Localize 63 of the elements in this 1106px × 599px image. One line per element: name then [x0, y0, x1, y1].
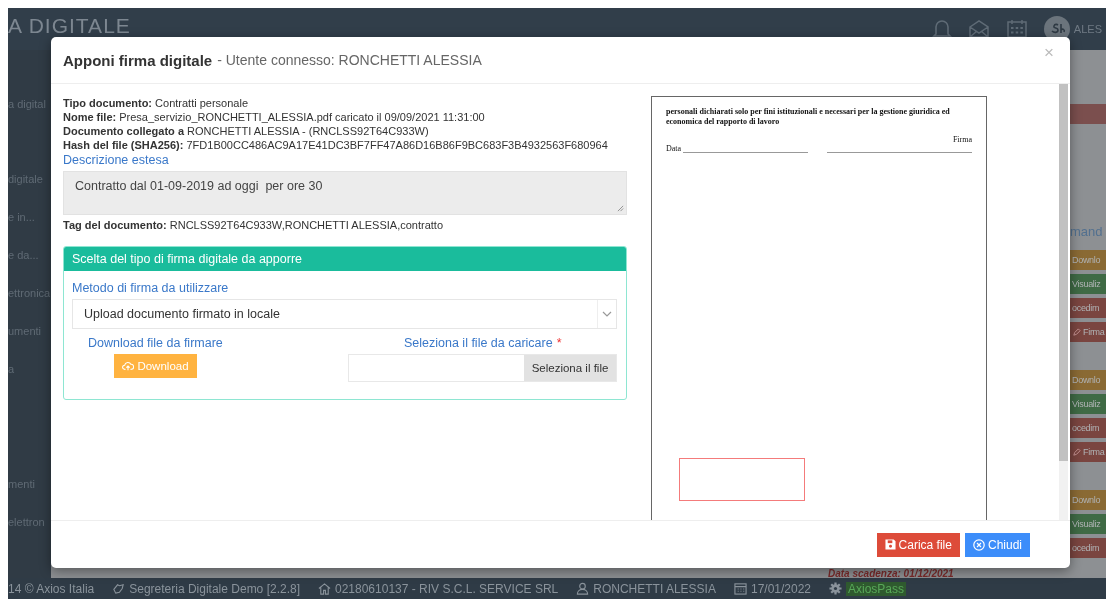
- resize-grip-icon: [617, 205, 624, 212]
- save-button[interactable]: Carica file: [876, 532, 960, 557]
- scrollbar-thumb[interactable]: [1059, 84, 1068, 461]
- panel-header: Scelta del tipo di firma digitale da apporre: [64, 247, 626, 271]
- link[interactable]: mand: [1070, 224, 1106, 242]
- status-text: RONCHETTI ALESSIA: [593, 581, 716, 596]
- field-label: Download file da firmare: [88, 336, 223, 350]
- action-button[interactable]: Firma: [1070, 322, 1106, 342]
- description-link[interactable]: Descrizione estesa: [63, 153, 627, 167]
- calendar-icon[interactable]: [1005, 19, 1028, 39]
- download-button[interactable]: Download: [114, 354, 197, 378]
- close-circle-icon: [972, 538, 985, 551]
- description-field[interactable]: Contratto dal 01-09-2019 ad oggi per ore 30: [63, 171, 627, 215]
- document-text: personali dichiarati solo per fini istituzionali e necessari per la gestione giuridica ed economica del rapporto di lavoro: [666, 107, 951, 127]
- status-text: 02180610137 - RIV S.C.L. SERVICE SRL: [335, 581, 559, 596]
- hand-icon: [112, 582, 126, 595]
- field-label: Seleziona il file da caricare: [404, 336, 553, 350]
- envelope-icon[interactable]: [967, 19, 990, 39]
- info-line: Hash del file (SHA256): 7FD1B00CC486AC9A17E41DC3BF7FF47A86D16B86F9BC683F3B4932563F680964: [63, 138, 609, 152]
- method-dropdown[interactable]: Upload documento firmato in locale: [72, 299, 617, 329]
- dialog-subtitle: - Utente connesso: RONCHETTI ALESSIA: [217, 52, 482, 68]
- action-button[interactable]: Downlo: [1070, 490, 1106, 510]
- file-input[interactable]: Seleziona il file: [348, 354, 617, 382]
- action-button[interactable]: Visualiz: [1070, 514, 1106, 534]
- chevron-down-icon: [602, 311, 612, 317]
- action-button[interactable]: ocedim: [1070, 418, 1106, 438]
- pen-icon: [1072, 327, 1081, 337]
- signature-box[interactable]: [679, 458, 805, 501]
- cloud-upload-icon: [122, 361, 135, 371]
- action-button[interactable]: Firma: [1070, 442, 1106, 462]
- pen-icon: [1072, 447, 1081, 457]
- info-line: Nome file: Presa_servizio_RONCHETTI_ALESSIA.pdf caricato il 09/09/2021 11:31:00: [63, 110, 486, 124]
- close-button[interactable]: Chiudi: [964, 532, 1030, 557]
- calendar-icon: [733, 582, 747, 595]
- status-text: 14 © Axios Italia: [8, 581, 95, 596]
- settings-icon: [829, 582, 842, 595]
- user-name: ALES: [1073, 23, 1102, 35]
- browse-button[interactable]: Seleziona il file: [524, 355, 616, 381]
- status-text: 17/01/2022: [750, 581, 811, 596]
- home-icon: [318, 582, 331, 595]
- action-button[interactable]: Visualiz: [1070, 274, 1106, 294]
- document-text: Firma: [952, 135, 972, 144]
- tags-line: Tag del documento: RNCLSS92T64C933W,RONCHETTI ALESSIA,contratto: [63, 218, 444, 232]
- action-button[interactable]: Downlo: [1070, 370, 1106, 390]
- save-icon: [884, 539, 896, 550]
- action-button[interactable]: Visualiz: [1070, 394, 1106, 414]
- bell-icon[interactable]: [931, 18, 952, 40]
- user-icon: [576, 582, 590, 595]
- document-text: Data: [666, 144, 682, 153]
- action-button[interactable]: ocedim: [1070, 538, 1106, 558]
- status-text: AxiosPass: [846, 581, 907, 596]
- info-line: Tipo documento: Contratti personale: [63, 96, 249, 110]
- app-logo: A DIGITALE: [8, 14, 131, 39]
- required-mark: *: [556, 336, 562, 350]
- status-text: Segreteria Digitale Demo [2.2.8]: [129, 581, 300, 596]
- alert-bar: [1070, 104, 1106, 125]
- action-button[interactable]: Downlo: [1070, 250, 1106, 270]
- close-button[interactable]: ×: [1040, 43, 1058, 63]
- dialog-title: Apponi firma digitale: [63, 51, 213, 69]
- field-label: Metodo di firma da utilizzare: [72, 281, 230, 295]
- due-date: Data scadenza: 01/12/2021: [828, 568, 954, 579]
- info-line: Documento collegato a RONCHETTI ALESSIA - (RNCLSS92T64C933W): [63, 124, 430, 138]
- action-button[interactable]: ocedim: [1070, 298, 1106, 318]
